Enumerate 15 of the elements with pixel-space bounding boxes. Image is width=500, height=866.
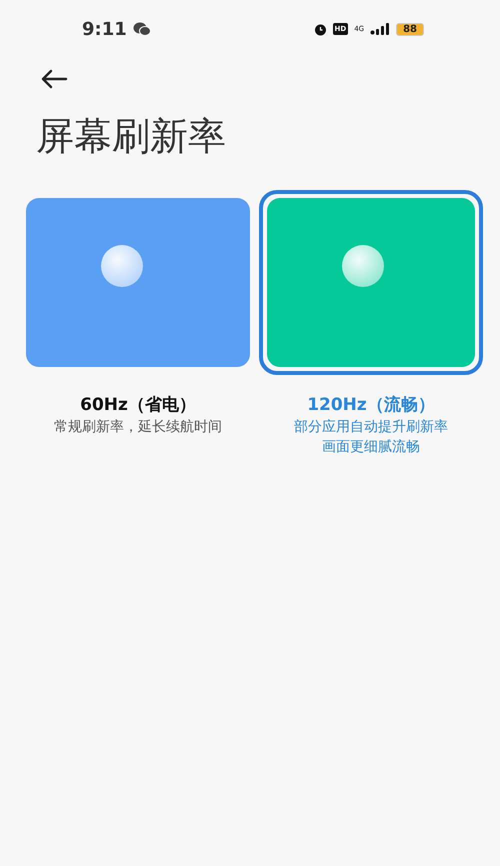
option-description: 部分应用自动提升刷新率: [294, 418, 448, 436]
refresh-rate-card[interactable]: [259, 190, 483, 375]
chat-icon: [132, 22, 151, 36]
signal-icon: [370, 23, 390, 35]
option-label: 60Hz（省电）: [80, 394, 196, 416]
option-description: 画面更细腻流畅: [322, 438, 420, 456]
back-arrow-icon[interactable]: [40, 69, 68, 89]
ball-icon: [341, 244, 385, 288]
clock-time: 9:11: [82, 18, 127, 40]
battery-level: 88: [396, 22, 424, 36]
page-title: 屏幕刷新率: [36, 113, 227, 160]
option-description: 常规刷新率，延长续航时间: [54, 418, 222, 436]
ball-icon: [100, 244, 144, 288]
option-label: 120Hz（流畅）: [307, 394, 435, 416]
alarm-icon: [314, 22, 327, 36]
